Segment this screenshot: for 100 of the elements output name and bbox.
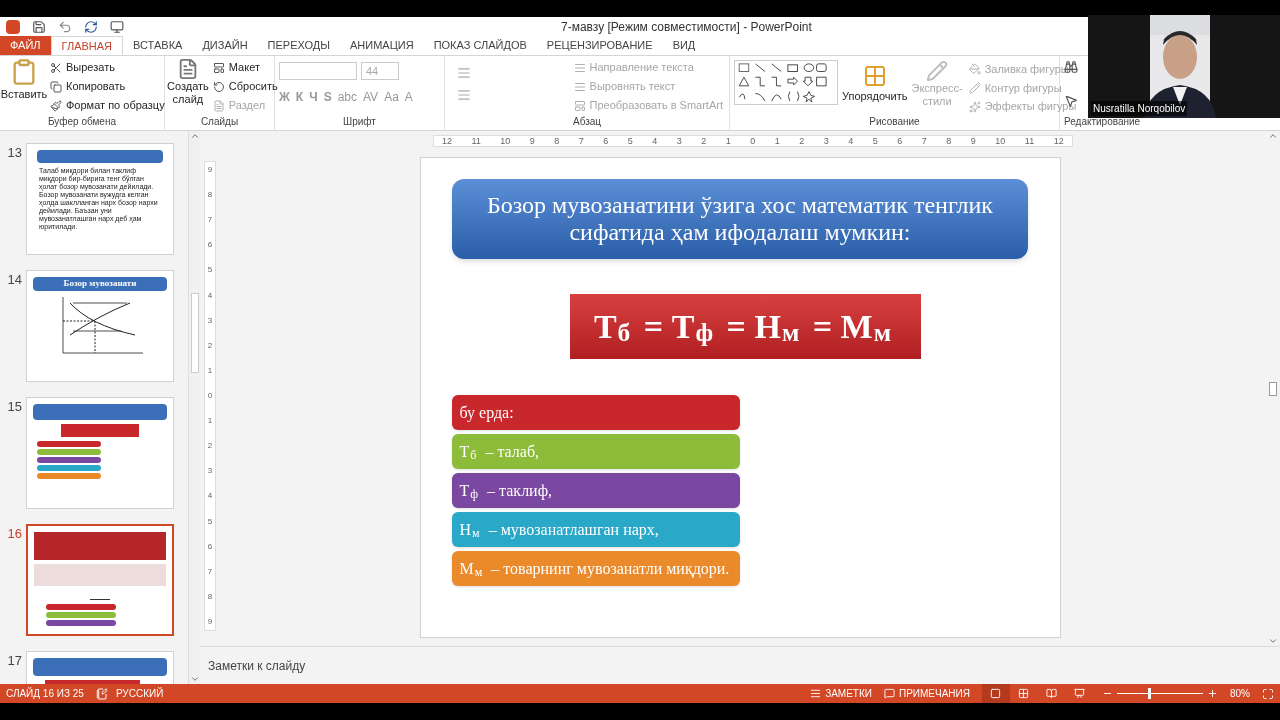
view-icon <box>1018 688 1030 699</box>
view-icon <box>990 688 1002 699</box>
notes-button[interactable]: ЗАМЕТКИ <box>810 686 872 701</box>
zoom-in-icon[interactable] <box>1207 688 1218 699</box>
scroll-down-icon[interactable] <box>1268 636 1278 646</box>
font-format-button[interactable]: abc <box>337 88 357 106</box>
language-label[interactable]: РУССКИЙ <box>115 686 164 701</box>
quick-styles-button[interactable]: Экспресс- стили <box>911 60 963 116</box>
slide-number: 13 <box>6 144 22 159</box>
slide-number: 14 <box>6 271 22 286</box>
fit-slide-icon[interactable] <box>1262 687 1274 700</box>
app-logo-icon <box>6 20 20 34</box>
thumbnail-bar <box>46 612 116 618</box>
font-format-button[interactable]: A <box>404 88 413 106</box>
ribbon-tab[interactable]: ГЛАВНАЯ <box>50 36 124 55</box>
slide-number: 16 <box>6 525 22 540</box>
group-label: Слайды <box>200 116 239 128</box>
group-label: Рисование <box>869 116 920 128</box>
arrange-icon <box>862 64 887 88</box>
arrange-button[interactable]: Упорядочить <box>842 60 908 116</box>
text-direction-icon <box>573 61 586 74</box>
cut-button[interactable]: Вырезать <box>48 58 167 77</box>
paste-button[interactable]: Вставить <box>2 58 46 116</box>
group-label: Буфер обмена <box>48 116 116 128</box>
participant-name: Nusratilla Norqobilov <box>1091 101 1188 116</box>
shape-outline-icon <box>968 82 981 94</box>
view-button[interactable] <box>982 684 1010 703</box>
layout-button[interactable]: Макет <box>210 58 280 77</box>
zoom-level[interactable]: 80% <box>1230 686 1250 701</box>
smartart-button[interactable]: Преобразовать в SmartArt <box>571 96 725 115</box>
slide-number: 17 <box>6 652 22 667</box>
spelling-icon[interactable] <box>95 687 108 700</box>
align-text-icon <box>573 80 586 93</box>
ribbon-tab[interactable]: ДИЗАЙН <box>192 36 258 55</box>
copy-button[interactable]: Копировать <box>48 77 167 96</box>
thumbnail-bar <box>46 620 116 626</box>
font-format-button[interactable]: AV <box>363 88 379 106</box>
align-text-button[interactable]: Выровнять текст <box>571 77 725 96</box>
font-format-button[interactable]: Ж <box>279 88 290 106</box>
formula: Т$_{б}$ = Т$_{ф}$ = Н$_{м}$ = М$_{м}$ <box>569 294 921 359</box>
scroll-up-icon[interactable] <box>189 131 200 141</box>
scroll-up-icon[interactable] <box>1268 131 1278 141</box>
thumbnail-bar <box>37 457 101 463</box>
ribbon-tab[interactable]: РЕЦЕНЗИРОВАНИЕ <box>536 36 663 55</box>
slide-title: Бозор мувозанатини ўзига хос математик тенглик сифатида ҳам ифодалаш мумкин: <box>452 179 1028 259</box>
format-painter-button[interactable]: Формат по образцу <box>48 96 167 115</box>
scrollbar[interactable] <box>1266 131 1280 646</box>
thumbnail-title: Бозор мувозанати <box>33 277 167 291</box>
reset-icon <box>212 80 225 93</box>
font-format-button[interactable]: Ч <box>309 88 318 106</box>
thumbnail-bar <box>37 465 101 471</box>
thumbnail-bar <box>37 449 101 455</box>
copy-icon <box>50 80 62 93</box>
thumbnail-bar <box>37 441 101 447</box>
horizontal-ruler: 12 11 10 9 8 7 6 5 4 3 2 1 0 1 2 3 4 5 6 7 8 9 10 11 12 <box>433 135 1073 147</box>
scrollbar-thumb[interactable] <box>1269 381 1277 396</box>
slide-number: 15 <box>6 398 22 413</box>
view-icon <box>1074 688 1086 699</box>
ribbon-tab[interactable]: АНИМАЦИЯ <box>339 36 424 55</box>
definition-item: бу ерда: <box>451 395 740 430</box>
shape-effects-icon <box>968 100 981 113</box>
section-icon <box>212 99 225 112</box>
font-format-button[interactable]: S <box>323 88 332 106</box>
slideshow-icon[interactable] <box>110 20 124 34</box>
ribbon-tab[interactable]: ПОКАЗ СЛАЙДОВ <box>423 36 537 55</box>
ribbon-tab[interactable]: ВИД <box>662 36 706 55</box>
thumbnail-bar <box>46 604 116 610</box>
scrollbar[interactable] <box>188 131 200 684</box>
layout-icon <box>212 61 225 74</box>
redo-icon[interactable] <box>84 20 98 34</box>
file-tab[interactable]: ФАЙЛ <box>0 36 51 55</box>
slide-thumbnail[interactable]: Бозор мувозанати <box>26 270 174 382</box>
definition-item: Т$_{ф}$ – таклиф, <box>451 473 740 508</box>
comments-button[interactable]: ПРИМЕЧАНИЯ <box>883 686 970 701</box>
shapes-gallery[interactable] <box>734 60 838 105</box>
zoom-slider-thumb[interactable] <box>1148 688 1152 699</box>
font-format-button[interactable]: Aa <box>384 88 399 106</box>
definition-item: М$_{м}$ – товарнинг мувозанатли миқдори. <box>451 551 740 586</box>
zoom-slider[interactable] <box>1117 687 1203 700</box>
font-format-button[interactable]: К <box>295 88 304 106</box>
comment-icon <box>883 688 895 699</box>
font-size-field[interactable]: 44 <box>361 62 399 80</box>
new-slide-button[interactable]: Создать слайд <box>167 58 209 116</box>
shape-outline-button[interactable]: Контур фигуры <box>966 78 1079 98</box>
definition-item: Н$_{м}$ – мувозанатлашган нарх, <box>451 512 740 547</box>
font-name-field[interactable] <box>279 62 357 80</box>
cut-icon <box>50 61 62 74</box>
reset-button[interactable]: Сбросить <box>210 77 280 96</box>
group-label: Редактирование <box>1064 116 1141 128</box>
slide-thumbnail[interactable] <box>26 524 174 636</box>
undo-icon[interactable] <box>58 20 72 34</box>
scroll-down-icon[interactable] <box>189 674 200 684</box>
scrollbar-thumb[interactable] <box>190 292 199 373</box>
format-painter-icon <box>50 99 62 112</box>
shape-effects-button[interactable]: Эффекты фигуры <box>966 97 1079 116</box>
ribbon-tab[interactable]: ПЕРЕХОДЫ <box>257 36 340 55</box>
save-icon[interactable] <box>32 20 46 34</box>
text-direction-button[interactable]: Направление текста <box>571 58 725 77</box>
view-icon <box>1046 688 1058 699</box>
ribbon-tab[interactable]: ВСТАВКА <box>123 36 193 55</box>
